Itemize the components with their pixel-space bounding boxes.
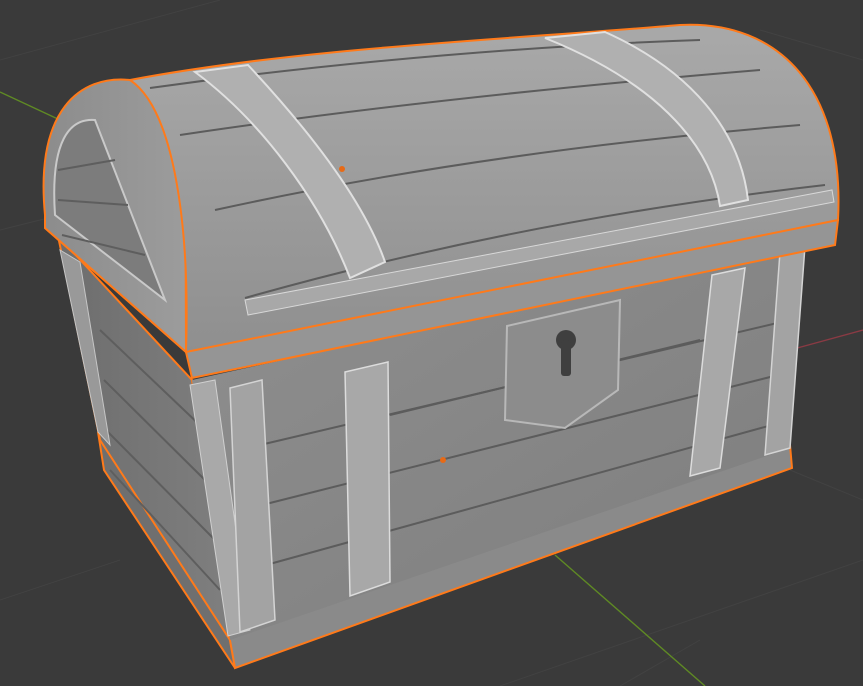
lid-origin-point[interactable] <box>339 166 345 172</box>
grid-line <box>789 469 863 501</box>
grid-line <box>0 0 221 61</box>
y-axis-line <box>0 91 61 121</box>
treasure-chest[interactable] <box>42 23 840 670</box>
3d-viewport[interactable] <box>0 0 863 686</box>
object-origin-point[interactable] <box>440 457 446 463</box>
front-left-band <box>344 361 391 598</box>
viewport-canvas[interactable] <box>0 0 863 686</box>
y-axis-line <box>554 554 706 686</box>
grid-line <box>499 559 863 686</box>
x-axis-line <box>789 329 863 351</box>
grid-line <box>0 559 121 601</box>
